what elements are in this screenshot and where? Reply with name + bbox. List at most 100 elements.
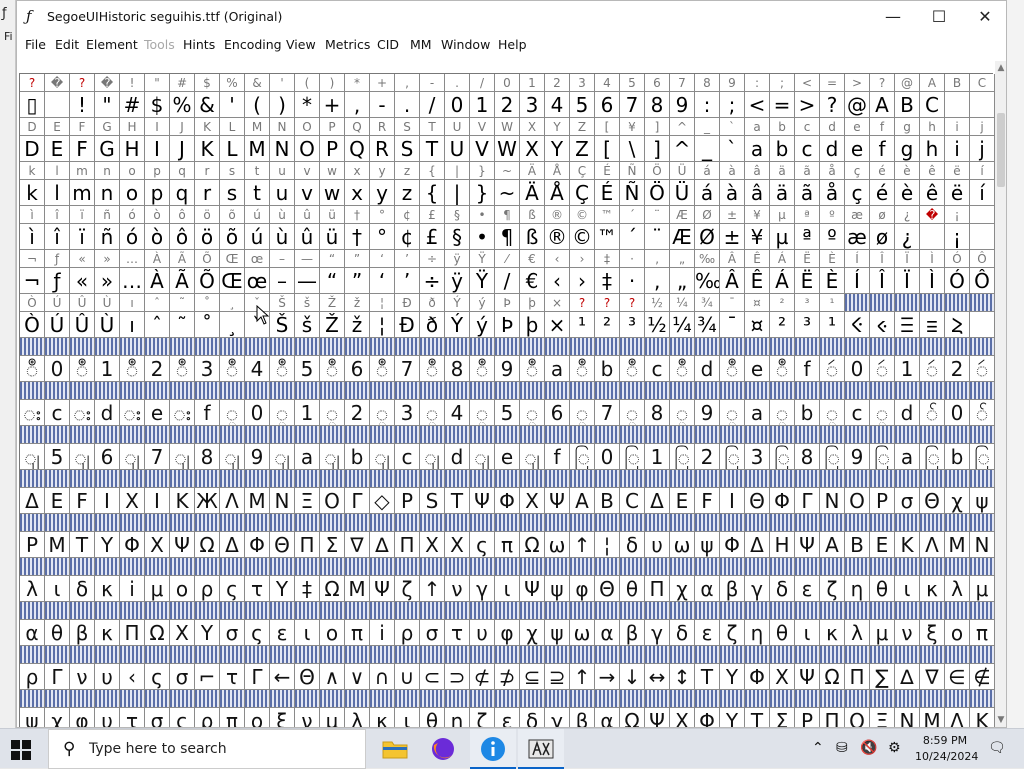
glyph-cell[interactable]: X <box>120 488 145 514</box>
glyph-label[interactable] <box>845 646 870 664</box>
glyph-label[interactable] <box>920 514 945 532</box>
glyph-cell[interactable]: ÷ <box>420 268 445 294</box>
glyph-cell[interactable]: σ <box>220 620 245 646</box>
glyph-cell[interactable]: ³ <box>795 312 820 338</box>
glyph-label[interactable] <box>920 470 945 488</box>
glyph-label[interactable]: É <box>595 162 620 180</box>
glyph-label[interactable]: z <box>395 162 420 180</box>
glyph-label[interactable]: ` <box>720 118 745 136</box>
glyph-cell[interactable]: Γ <box>245 664 270 690</box>
glyph-label[interactable] <box>545 646 570 664</box>
glyph-label[interactable]: R <box>370 118 395 136</box>
glyph-label[interactable]: ¨ <box>645 206 670 224</box>
glyph-label[interactable] <box>70 602 95 620</box>
glyph-cell[interactable]: Ξ <box>295 488 320 514</box>
glyph-cell[interactable]: ä <box>770 180 795 206</box>
glyph-label[interactable] <box>820 646 845 664</box>
glyph-cell[interactable]: * <box>295 92 320 118</box>
glyph-cell[interactable]: c <box>845 400 870 426</box>
glyph-label[interactable] <box>270 382 295 400</box>
glyph-label[interactable] <box>20 338 45 356</box>
glyph-label[interactable] <box>95 646 120 664</box>
glyph-cell[interactable]: Π <box>395 532 420 558</box>
glyph-cell[interactable]: 1 <box>645 444 670 470</box>
glyph-label[interactable] <box>670 690 695 708</box>
glyph-label[interactable]: ¦ <box>370 294 395 312</box>
glyph-label[interactable]: Ú <box>45 294 70 312</box>
glyph-cell[interactable]: z <box>395 180 420 206</box>
glyph-cell[interactable]: Υ <box>720 664 745 690</box>
glyph-cell[interactable]: π <box>220 708 245 727</box>
glyph-cell[interactable]: ι <box>795 620 820 646</box>
glyph-label[interactable]: ‘ <box>370 250 395 268</box>
glyph-label[interactable] <box>770 382 795 400</box>
glyph-cell[interactable]: ê <box>920 180 945 206</box>
network-icon[interactable]: ⛁ <box>836 740 848 756</box>
glyph-cell[interactable]: β <box>70 620 95 646</box>
glyph-cell[interactable]: a <box>295 444 320 470</box>
glyph-cell[interactable]: ျ <box>520 444 545 470</box>
glyph-cell[interactable]: ¯ <box>720 312 745 338</box>
glyph-cell[interactable]: » <box>95 268 120 294</box>
glyph-cell[interactable]: ဳ <box>520 356 545 382</box>
glyph-cell[interactable]: Ÿ <box>470 268 495 294</box>
glyph-label[interactable]: Â <box>720 250 745 268</box>
glyph-label[interactable] <box>670 602 695 620</box>
glyph-label[interactable] <box>820 470 845 488</box>
glyph-cell[interactable]: Μ <box>245 488 270 514</box>
glyph-label[interactable] <box>95 514 120 532</box>
glyph-cell[interactable]: θ <box>45 620 70 646</box>
glyph-cell[interactable]: Δ <box>20 488 45 514</box>
glyph-label[interactable]: Ä <box>520 162 545 180</box>
glyph-cell[interactable]: ƒ <box>45 268 70 294</box>
glyph-label[interactable]: ú <box>245 206 270 224</box>
glyph-cell[interactable]: ဴ <box>820 356 845 382</box>
glyph-label[interactable] <box>670 514 695 532</box>
glyph-cell[interactable]: • <box>470 224 495 250</box>
glyph-label[interactable] <box>720 382 745 400</box>
glyph-cell[interactable]: Ψ <box>795 664 820 690</box>
glyph-label[interactable] <box>445 338 470 356</box>
glyph-label[interactable]: T <box>420 118 445 136</box>
glyph-cell[interactable]: B <box>595 488 620 514</box>
glyph-label[interactable] <box>220 602 245 620</box>
glyph-label[interactable]: ® <box>545 206 570 224</box>
glyph-cell[interactable]: % <box>170 92 195 118</box>
glyph-cell[interactable]: 8 <box>195 444 220 470</box>
glyph-label[interactable] <box>895 558 920 576</box>
glyph-cell[interactable]: V <box>470 136 495 162</box>
glyph-label[interactable] <box>720 690 745 708</box>
glyph-cell[interactable]: j <box>970 136 995 162</box>
glyph-cell[interactable]: ျ <box>270 444 295 470</box>
glyph-cell[interactable]: ‡ <box>295 576 320 602</box>
glyph-cell[interactable]: ¥ <box>745 224 770 250</box>
glyph-cell[interactable]: ] <box>645 136 670 162</box>
firefox-button[interactable] <box>420 729 466 769</box>
glyph-label[interactable]: Ô <box>970 250 995 268</box>
glyph-cell[interactable]: Ⲹ <box>945 312 970 338</box>
glyph-cell[interactable]: θ <box>870 576 895 602</box>
glyph-label[interactable]: { <box>420 162 445 180</box>
glyph-cell[interactable]: û <box>295 224 320 250</box>
glyph-cell[interactable]: ζ <box>820 576 845 602</box>
glyph-cell[interactable]: I <box>720 488 745 514</box>
glyph-cell[interactable]: H <box>120 136 145 162</box>
glyph-cell[interactable]: a <box>895 444 920 470</box>
glyph-label[interactable] <box>720 514 745 532</box>
glyph-cell[interactable]: μ <box>320 708 345 727</box>
glyph-label[interactable] <box>795 426 820 444</box>
glyph-label[interactable] <box>970 558 995 576</box>
glyph-cell[interactable]: θ <box>620 576 645 602</box>
glyph-cell[interactable]: ⊄ <box>470 664 495 690</box>
glyph-label[interactable]: é <box>870 162 895 180</box>
glyph-cell[interactable]: ∆ <box>895 664 920 690</box>
glyph-label[interactable] <box>20 514 45 532</box>
glyph-label[interactable] <box>295 426 320 444</box>
glyph-cell[interactable]: ˆ <box>145 312 170 338</box>
glyph-label[interactable] <box>270 426 295 444</box>
glyph-label[interactable]: Ê <box>745 250 770 268</box>
glyph-label[interactable] <box>645 602 670 620</box>
menu-help[interactable]: Help <box>498 37 527 52</box>
glyph-cell[interactable]: × <box>545 312 570 338</box>
glyph-label[interactable] <box>595 470 620 488</box>
